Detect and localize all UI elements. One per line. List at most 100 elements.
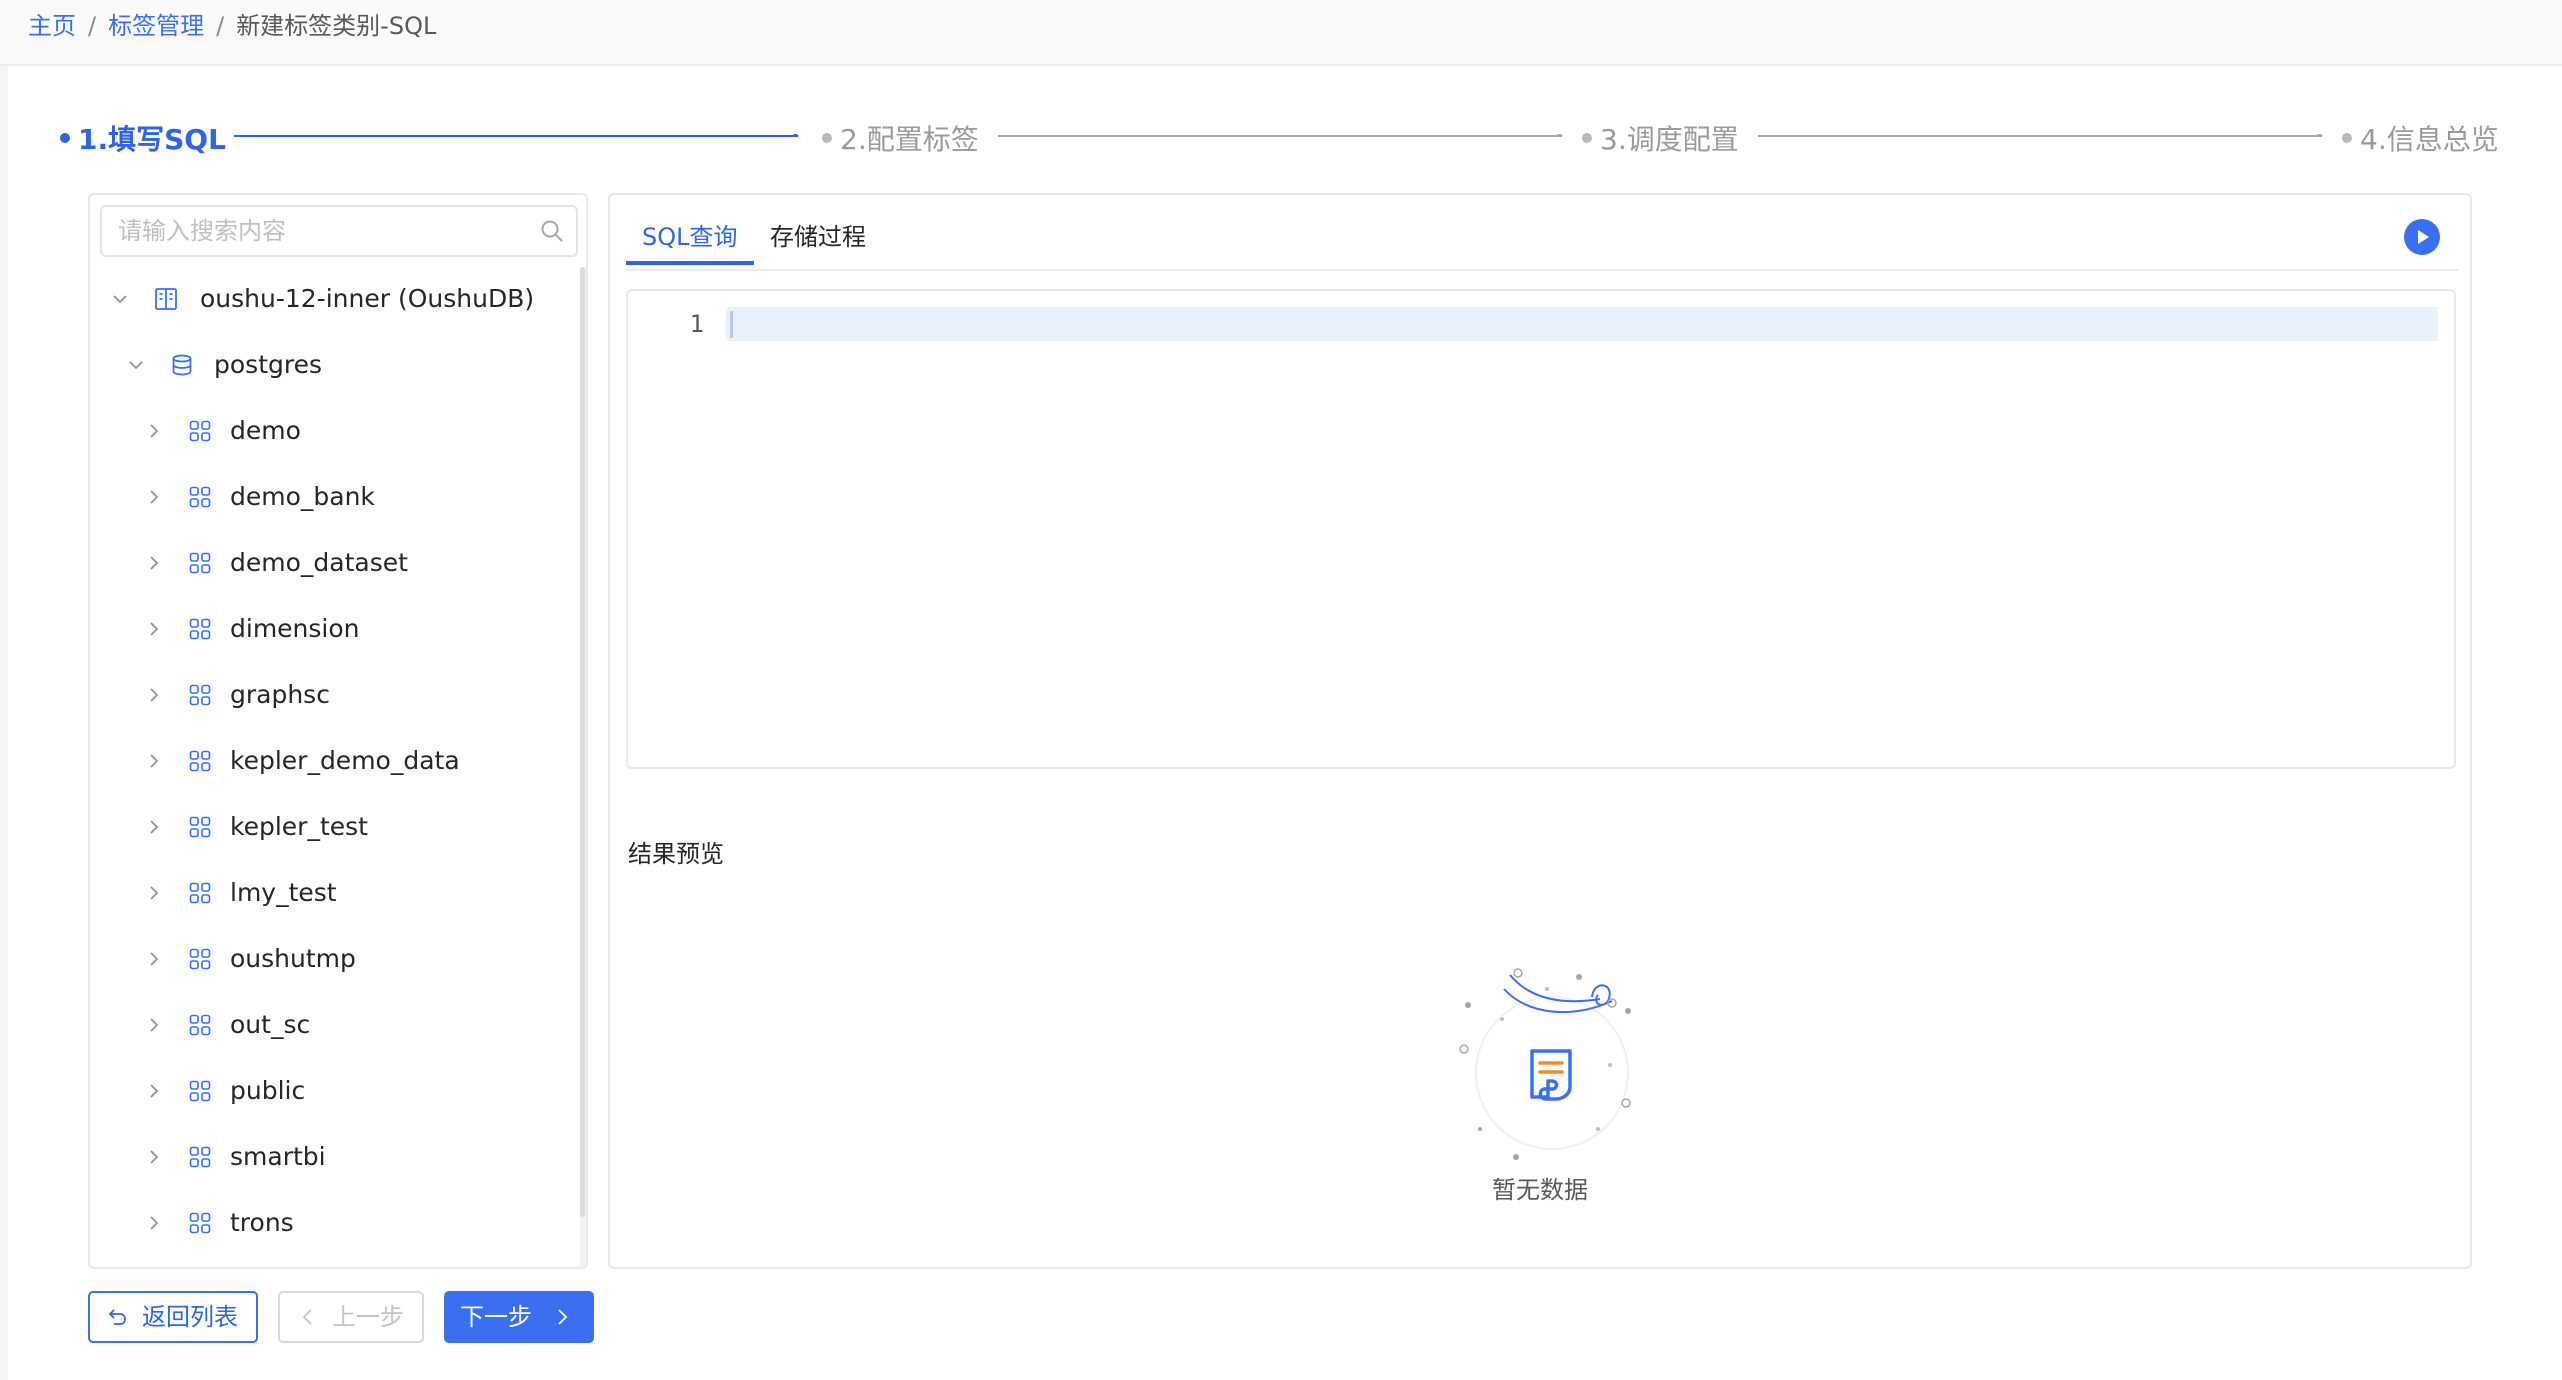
tree-node-schema[interactable]: demo_bank [90,477,570,517]
tree-node-label: smartbi [230,1142,326,1171]
datasource-tree-panel: oushu-12-inner (OushuDB) postgres demo de… [88,193,588,1269]
sql-editor-panel: SQL查询 存储过程 1 结果预览 暂无数据 [608,193,2472,1269]
tree-node-label: trons [230,1208,294,1237]
tree-node-schema[interactable]: lmy_test [90,873,570,913]
datasource-icon [155,288,177,310]
active-line-highlight [726,307,2438,341]
step-connector-line [998,134,1563,137]
tree-node-label: lmy_test [230,878,337,907]
tree-search-input[interactable] [102,207,522,255]
chevron-right-icon[interactable] [146,489,162,505]
tree-node-schema[interactable]: demo_dataset [90,543,570,583]
schema-icon [189,486,211,508]
chevron-right-icon[interactable] [146,1215,162,1231]
tree-node-label: oushu-12-inner (OushuDB) [200,284,535,313]
line-number: 1 [689,310,704,338]
tree-node-schema[interactable]: trons [90,1203,570,1243]
chevron-right-icon[interactable] [146,885,162,901]
chevron-right-icon [558,1309,568,1325]
tree-node-label: graphsc [230,680,330,709]
empty-data-illustration [1459,968,1631,1160]
chevron-right-icon[interactable] [146,621,162,637]
schema-icon [189,684,211,706]
tree-node-schema[interactable]: oushutmp [90,939,570,979]
top-bar: 主页 / 标签管理 / 新建标签类别-SQL [0,0,2562,66]
tree-node-schema[interactable]: public [90,1071,570,1111]
step-label: 1.填写SQL [78,123,226,156]
step-connector-line [1758,134,2323,137]
tree-node-schema[interactable]: demo [90,411,570,451]
tree-node-label: demo_bank [230,482,375,511]
breadcrumb-separator: / [88,12,97,40]
breadcrumb-tag-management-link[interactable]: 标签管理 [108,12,204,40]
chevron-right-icon[interactable] [146,951,162,967]
step-dot [1582,133,1592,143]
chevron-right-icon[interactable] [146,819,162,835]
next-step-button[interactable]: 下一步 [444,1291,594,1343]
step-connector-line [234,134,799,137]
tab-sql-query[interactable]: SQL查询 [626,217,754,265]
schema-icon [189,1212,211,1234]
tab-stored-procedure[interactable]: 存储过程 [770,217,890,265]
schema-icon [189,750,211,772]
back-to-list-label: 返回列表 [142,1303,238,1331]
tree-node-label: oushutmp [230,944,356,973]
breadcrumb: 主页 / 标签管理 / 新建标签类别-SQL [28,10,436,42]
tree-scrollbar-thumb[interactable] [580,267,585,1217]
chevron-down-icon[interactable] [112,291,128,307]
chevron-right-icon[interactable] [146,1017,162,1033]
database-icon [172,354,192,376]
step-dot [60,133,70,143]
tree-node-schema[interactable]: dimension [90,609,570,649]
chevron-right-icon[interactable] [146,555,162,571]
step-dot [2342,133,2352,143]
tree-node-label: postgres [214,350,322,379]
schema-icon [189,552,211,574]
step-label: 2.配置标签 [840,123,979,156]
return-icon [109,1309,126,1325]
tree-search-box [100,205,578,257]
tree-node-schema[interactable]: out_sc [90,1005,570,1045]
step-label: 3.调度配置 [1600,123,1739,156]
chevron-right-icon[interactable] [146,1149,162,1165]
schema-icon [189,618,211,640]
sql-code-editor[interactable]: 1 [626,289,2456,769]
chevron-right-icon[interactable] [146,1083,162,1099]
chevron-right-icon[interactable] [146,687,162,703]
step-dot [822,133,832,143]
back-to-list-button[interactable]: 返回列表 [88,1291,258,1343]
schema-icon [189,1146,211,1168]
result-preview-title: 结果预览 [628,840,724,868]
chevron-down-icon[interactable] [128,357,144,373]
tree-node-schema[interactable]: smartbi [90,1137,570,1177]
run-button[interactable] [2404,219,2440,255]
tree-node-schema[interactable]: kepler_test [90,807,570,847]
tree-node-datasource[interactable]: oushu-12-inner (OushuDB) [90,279,570,319]
chevron-right-icon[interactable] [146,753,162,769]
step-config-tags: 2.配置标签 [822,120,979,160]
step-label: 4.信息总览 [2360,123,2499,156]
tree-node-label: public [230,1076,306,1105]
tabs-divider [626,269,2458,271]
schema-icon [189,882,211,904]
next-step-label: 下一步 [460,1303,532,1331]
schema-icon [189,1014,211,1036]
previous-step-label: 上一步 [332,1303,404,1331]
step-fill-sql: 1.填写SQL [60,120,226,160]
previous-step-button[interactable]: 上一步 [278,1291,424,1343]
breadcrumb-home-link[interactable]: 主页 [28,12,76,40]
schema-icon [189,420,211,442]
tree-node-schema[interactable]: kepler_demo_data [90,741,570,781]
tree-node-label: demo [230,416,301,445]
breadcrumb-current: 新建标签类别-SQL [236,12,437,40]
schema-icon [189,816,211,838]
tree-node-database[interactable]: postgres [90,345,570,385]
page-edge [0,66,8,1380]
tree-node-label: kepler_demo_data [230,746,460,775]
tree-node-schema[interactable]: graphsc [90,675,570,715]
tree-node-label: dimension [230,614,360,643]
breadcrumb-separator: / [216,12,225,40]
chevron-right-icon[interactable] [146,423,162,439]
search-icon[interactable] [540,219,564,243]
schema-icon [189,948,211,970]
